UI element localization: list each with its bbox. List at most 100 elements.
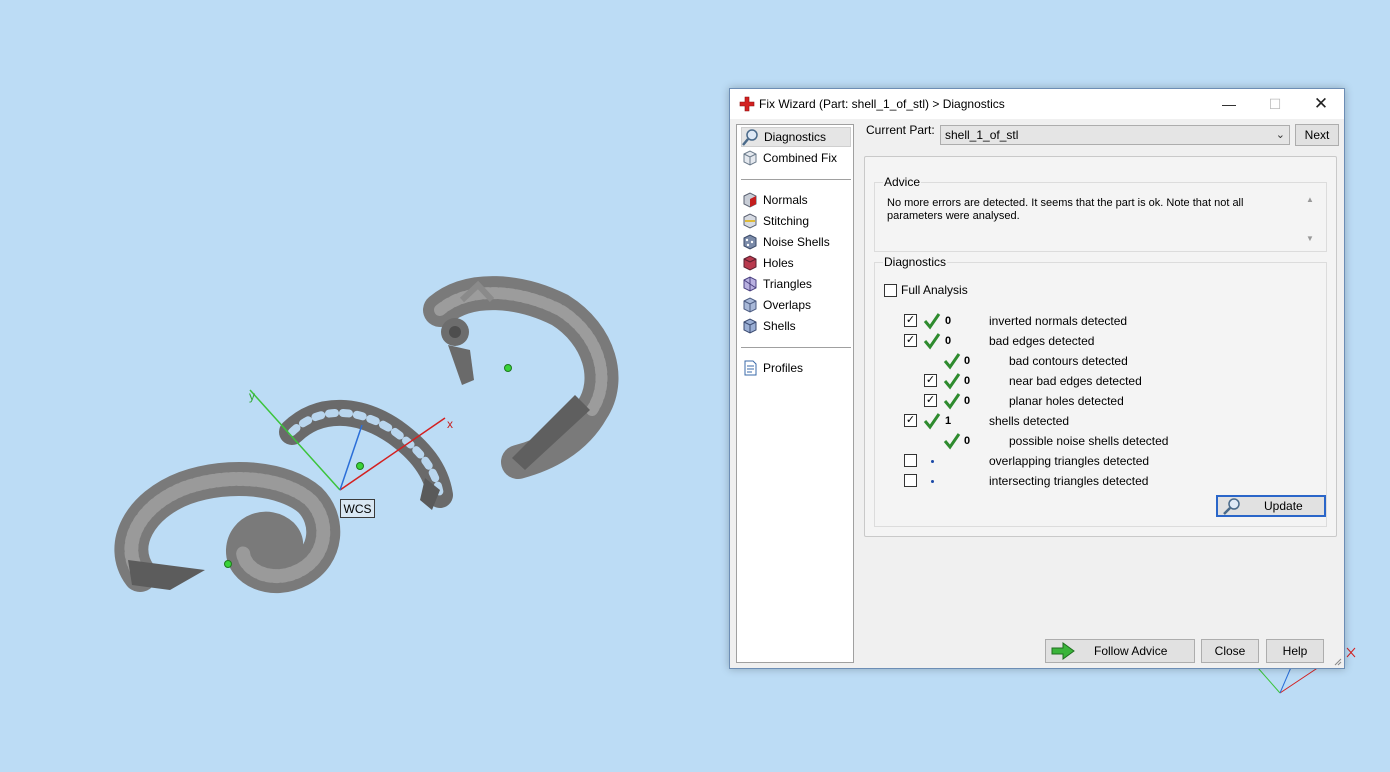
nav-item-label: Stitching xyxy=(763,214,810,228)
near-bad-edges-label: near bad edges detected xyxy=(1009,374,1142,388)
nav-item-triangles[interactable]: Triangles xyxy=(741,274,851,294)
planar-holes-count: 0 xyxy=(964,395,971,407)
full-analysis-label: Full Analysis xyxy=(901,283,968,297)
nav-item-label: Overlaps xyxy=(763,298,812,312)
nav-item-normals[interactable]: Normals xyxy=(741,190,851,210)
overlapping-triangles-checkbox[interactable] xyxy=(904,454,917,467)
nav-divider xyxy=(741,347,851,348)
arrow-right-icon xyxy=(1050,642,1076,660)
update-button[interactable]: Update xyxy=(1216,495,1326,517)
title-bar[interactable]: Fix Wizard (Part: shell_1_of_stl) > Diag… xyxy=(730,89,1344,119)
nav-item-label: Combined Fix xyxy=(763,151,838,165)
cube-icon xyxy=(741,149,759,167)
bad-edges-checkbox[interactable]: ✓ xyxy=(904,334,917,347)
advice-group: Advice No more errors are detected. It s… xyxy=(874,175,1327,252)
diagnostics-title: Diagnostics xyxy=(883,255,948,269)
bad-contours-label: bad contours detected xyxy=(1009,354,1128,368)
nav-item-overlaps[interactable]: Overlaps xyxy=(741,295,851,315)
window-close-button[interactable]: ✕ xyxy=(1298,89,1344,119)
shells-cube-icon xyxy=(741,317,759,335)
medical-cross-icon xyxy=(739,96,755,112)
nav-item-label: Noise Shells xyxy=(763,235,830,249)
hook-mesh[interactable] xyxy=(423,276,619,479)
document-icon xyxy=(741,359,759,377)
advice-scrollbar[interactable]: ▲ ▼ xyxy=(1306,195,1316,243)
bad-edges-label: bad edges detected xyxy=(989,334,1095,348)
check-icon xyxy=(943,433,961,450)
shells-count: 1 xyxy=(945,415,952,427)
check-icon xyxy=(923,413,941,430)
help-button[interactable]: Help xyxy=(1266,639,1324,663)
inverted-normals-label: inverted normals detected xyxy=(989,314,1128,328)
nav-item-label: Diagnostics xyxy=(764,130,827,144)
nav-item-profiles[interactable]: Profiles xyxy=(741,358,851,378)
stitching-cube-icon xyxy=(741,212,759,230)
current-part-select[interactable]: shell_1_of_stl ⌄ xyxy=(940,125,1290,145)
inverted-normals-count: 0 xyxy=(945,315,952,327)
wcs-label: WCS xyxy=(340,499,375,518)
check-icon xyxy=(943,353,961,370)
nav-item-shells[interactable]: Shells xyxy=(741,316,851,336)
x-axis-label: x xyxy=(447,417,453,431)
overlapping-triangles-label: overlapping triangles detected xyxy=(989,454,1150,468)
y-axis-label: y xyxy=(249,389,255,403)
current-part-label: Current Part: xyxy=(866,123,935,137)
nav-item-label: Holes xyxy=(763,256,794,270)
shells-label: shells detected xyxy=(989,414,1070,428)
diagnostics-panel: Advice No more errors are detected. It s… xyxy=(864,156,1337,537)
nav-divider xyxy=(741,179,851,180)
pivot-dot xyxy=(504,364,512,372)
nav-item-noise-shells[interactable]: Noise Shells xyxy=(741,232,851,252)
near-bad-edges-checkbox[interactable]: ✓ xyxy=(924,374,937,387)
noise-shells-count: 0 xyxy=(964,435,971,447)
normals-cube-icon xyxy=(741,191,759,209)
check-icon xyxy=(943,373,961,390)
triangles-cube-icon xyxy=(741,275,759,293)
advice-title: Advice xyxy=(883,175,922,189)
scroll-up-icon[interactable]: ▲ xyxy=(1306,195,1314,204)
triad-y-axis xyxy=(1257,667,1281,694)
tail-mesh[interactable] xyxy=(114,462,341,594)
close-button[interactable]: Close xyxy=(1201,639,1259,663)
holes-cube-icon xyxy=(741,254,759,272)
nav-item-combined-fix[interactable]: Combined Fix xyxy=(741,148,851,168)
nav-item-label: Normals xyxy=(763,193,808,207)
diagnostics-group: Diagnostics Full Analysis ✓ 0 inverted n… xyxy=(874,255,1327,527)
noise-shells-label: possible noise shells detected xyxy=(1009,434,1169,448)
nav-item-diagnostics[interactable]: Diagnostics xyxy=(741,127,851,147)
fix-wizard-dialog: Fix Wizard (Part: shell_1_of_stl) > Diag… xyxy=(729,88,1345,669)
window-title: Fix Wizard (Part: shell_1_of_stl) > Diag… xyxy=(759,97,1005,111)
not-analysed-dot-icon xyxy=(931,460,934,463)
magnifier-icon xyxy=(1222,497,1242,515)
update-label: Update xyxy=(1264,499,1303,513)
advice-text: No more errors are detected. It seems th… xyxy=(887,197,1244,222)
planar-holes-checkbox[interactable]: ✓ xyxy=(924,394,937,407)
full-analysis-checkbox[interactable] xyxy=(884,284,897,297)
pivot-dot xyxy=(356,462,364,470)
minimize-button[interactable]: — xyxy=(1206,89,1252,119)
intersecting-triangles-checkbox[interactable] xyxy=(904,474,917,487)
follow-advice-button[interactable]: Follow Advice xyxy=(1045,639,1195,663)
triad-x-marker xyxy=(1346,647,1356,658)
next-button[interactable]: Next xyxy=(1295,124,1339,146)
check-icon xyxy=(943,393,961,410)
noise-shells-icon xyxy=(741,233,759,251)
follow-advice-label: Follow Advice xyxy=(1094,644,1168,658)
nav-item-stitching[interactable]: Stitching xyxy=(741,211,851,231)
chevron-down-icon: ⌄ xyxy=(1275,129,1285,141)
bad-contours-count: 0 xyxy=(964,355,971,367)
scroll-down-icon[interactable]: ▼ xyxy=(1306,234,1314,243)
nav-item-label: Shells xyxy=(763,319,796,333)
maximize-button[interactable]: ☐ xyxy=(1252,89,1298,119)
inverted-normals-checkbox[interactable]: ✓ xyxy=(904,314,917,327)
not-analysed-dot-icon xyxy=(931,480,934,483)
magnifier-icon xyxy=(742,128,760,146)
nav-item-holes[interactable]: Holes xyxy=(741,253,851,273)
resize-grip-icon[interactable] xyxy=(1332,656,1342,666)
check-icon xyxy=(923,313,941,330)
intersecting-triangles-label: intersecting triangles detected xyxy=(989,474,1149,488)
planar-holes-label: planar holes detected xyxy=(1009,394,1124,408)
nav-item-label: Profiles xyxy=(763,361,804,375)
nav-item-label: Triangles xyxy=(763,277,812,291)
shells-checkbox[interactable]: ✓ xyxy=(904,414,917,427)
